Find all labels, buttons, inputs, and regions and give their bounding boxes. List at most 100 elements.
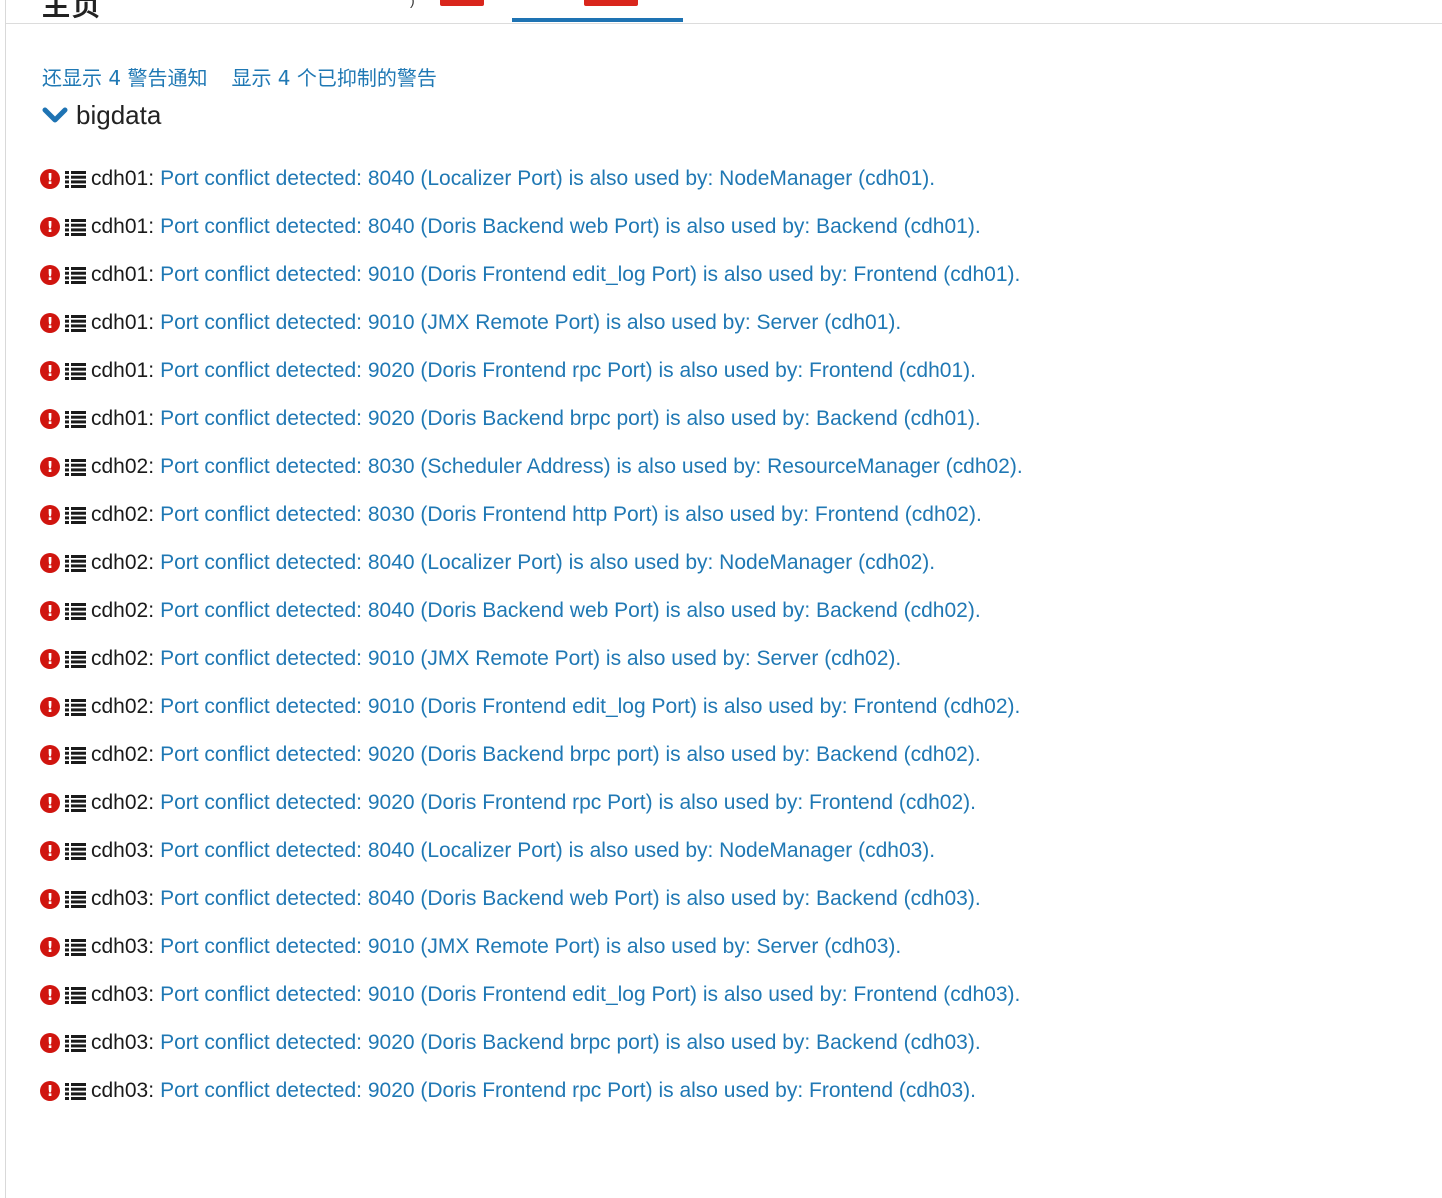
cluster-group-toggle[interactable]: bigdata (42, 99, 161, 131)
alert-message-link[interactable]: Port conflict detected: 8040 (Doris Back… (160, 887, 981, 911)
exclamation-circle-icon: ! (40, 553, 60, 573)
list-icon[interactable] (65, 890, 86, 908)
list-icon[interactable] (65, 218, 86, 236)
alert-host: cdh02 (91, 599, 149, 622)
alert-separator: : (148, 695, 155, 718)
alert-separator: : (148, 407, 155, 430)
alert-host: cdh03 (91, 1079, 149, 1102)
alert-message-link[interactable]: Port conflict detected: 9010 (Doris Fron… (160, 983, 1020, 1007)
tab-count-badge[interactable] (584, 0, 638, 6)
alert-host: cdh02 (91, 551, 149, 574)
alert-host: cdh01 (91, 359, 149, 382)
exclamation-circle-icon: ! (40, 265, 60, 285)
alert-item: ! cdh02: Port conflict detected: 9020 (D… (40, 779, 1023, 827)
alert-separator: : (148, 887, 155, 910)
list-icon[interactable] (65, 986, 86, 1004)
show-alert-notifications-link[interactable]: 还显示 4 警告通知 (42, 62, 207, 90)
show-suppressed-alerts-link[interactable]: 显示 4 个已抑制的警告 (231, 62, 436, 90)
alert-item: ! cdh03: Port conflict detected: 9020 (D… (40, 1019, 1023, 1067)
exclamation-circle-icon: ! (40, 649, 60, 669)
alert-separator: : (148, 839, 155, 862)
alert-host: cdh03 (91, 935, 149, 958)
alert-item: ! cdh03: Port conflict detected: 9010 (D… (40, 971, 1023, 1019)
alert-item: ! cdh01: Port conflict detected: 9020 (D… (40, 347, 1023, 395)
alert-message-link[interactable]: Port conflict detected: 8040 (Localizer … (160, 167, 935, 191)
alert-host: cdh03 (91, 983, 149, 1006)
alert-separator: : (148, 455, 155, 478)
list-icon[interactable] (65, 362, 86, 380)
alert-host: cdh02 (91, 791, 149, 814)
alert-separator: : (148, 1031, 155, 1054)
alert-message-link[interactable]: Port conflict detected: 9020 (Doris Back… (160, 743, 981, 767)
alert-host: cdh03 (91, 1031, 149, 1054)
alert-item: ! cdh01: Port conflict detected: 8040 (L… (40, 155, 1023, 203)
alert-item: ! cdh02: Port conflict detected: 8030 (D… (40, 491, 1023, 539)
list-icon[interactable] (65, 554, 86, 572)
list-icon[interactable] (65, 266, 86, 284)
alert-links-row: 还显示 4 警告通知 显示 4 个已抑制的警告 (42, 62, 437, 90)
list-icon[interactable] (65, 794, 86, 812)
alert-message-link[interactable]: Port conflict detected: 9020 (Doris Fron… (160, 1079, 976, 1103)
exclamation-circle-icon: ! (40, 409, 60, 429)
alert-host: cdh02 (91, 647, 149, 670)
alert-message-link[interactable]: Port conflict detected: 9010 (JMX Remote… (160, 647, 901, 671)
exclamation-circle-icon: ! (40, 505, 60, 525)
alert-message-link[interactable]: Port conflict detected: 9020 (Doris Fron… (160, 791, 976, 815)
alert-separator: : (148, 311, 155, 334)
list-icon[interactable] (65, 602, 86, 620)
exclamation-circle-icon: ! (40, 457, 60, 477)
alert-message-link[interactable]: Port conflict detected: 8030 (Scheduler … (160, 455, 1023, 479)
alert-item: ! cdh02: Port conflict detected: 8040 (D… (40, 587, 1023, 635)
exclamation-circle-icon: ! (40, 169, 60, 189)
list-icon[interactable] (65, 1034, 86, 1052)
exclamation-circle-icon: ! (40, 361, 60, 381)
alert-message-link[interactable]: Port conflict detected: 8040 (Doris Back… (160, 215, 981, 239)
list-icon[interactable] (65, 458, 86, 476)
alert-separator: : (148, 503, 155, 526)
list-icon[interactable] (65, 698, 86, 716)
alert-message-link[interactable]: Port conflict detected: 8030 (Doris Fron… (160, 503, 982, 527)
exclamation-circle-icon: ! (40, 889, 60, 909)
tab-active-indicator[interactable] (512, 18, 683, 22)
alert-message-link[interactable]: Port conflict detected: 8040 (Localizer … (160, 551, 935, 575)
alert-separator: : (148, 359, 155, 382)
alert-message-link[interactable]: Port conflict detected: 9010 (JMX Remote… (160, 935, 901, 959)
list-icon[interactable] (65, 170, 86, 188)
alert-message-link[interactable]: Port conflict detected: 8040 (Doris Back… (160, 599, 981, 623)
alert-separator: : (148, 167, 155, 190)
list-icon[interactable] (65, 938, 86, 956)
alert-separator: : (148, 647, 155, 670)
alert-message-link[interactable]: Port conflict detected: 8040 (Localizer … (160, 839, 935, 863)
alert-message-link[interactable]: Port conflict detected: 9010 (JMX Remote… (160, 311, 901, 335)
tab-strip: 主页 ) (6, 0, 1442, 24)
exclamation-circle-icon: ! (40, 841, 60, 861)
alert-separator: : (148, 1079, 155, 1102)
exclamation-circle-icon: ! (40, 745, 60, 765)
alert-message-link[interactable]: Port conflict detected: 9010 (Doris Fron… (160, 263, 1020, 287)
alert-message-link[interactable]: Port conflict detected: 9020 (Doris Back… (160, 407, 981, 431)
list-icon[interactable] (65, 1082, 86, 1100)
list-icon[interactable] (65, 746, 86, 764)
list-icon[interactable] (65, 506, 86, 524)
alert-message-link[interactable]: Port conflict detected: 9020 (Doris Back… (160, 1031, 981, 1055)
exclamation-circle-icon: ! (40, 313, 60, 333)
alert-message-link[interactable]: Port conflict detected: 9020 (Doris Fron… (160, 359, 976, 383)
list-icon[interactable] (65, 314, 86, 332)
alert-separator: : (148, 263, 155, 286)
alert-host: cdh02 (91, 743, 149, 766)
alert-host: cdh01 (91, 407, 149, 430)
alert-separator: : (148, 743, 155, 766)
exclamation-circle-icon: ! (40, 697, 60, 717)
list-icon[interactable] (65, 410, 86, 428)
alert-message-link[interactable]: Port conflict detected: 9010 (Doris Fron… (160, 695, 1020, 719)
chevron-down-icon (42, 107, 68, 123)
list-icon[interactable] (65, 842, 86, 860)
alert-separator: : (148, 551, 155, 574)
tab-count-badge[interactable] (440, 0, 484, 6)
list-icon[interactable] (65, 650, 86, 668)
alert-item: ! cdh03: Port conflict detected: 8040 (D… (40, 875, 1023, 923)
alert-host: cdh02 (91, 455, 149, 478)
page: 主页 ) 还显示 4 警告通知 显示 4 个已抑制的警告 bigdata ! c… (0, 0, 1442, 1198)
alert-item: ! cdh03: Port conflict detected: 9010 (J… (40, 923, 1023, 971)
alert-separator: : (148, 215, 155, 238)
